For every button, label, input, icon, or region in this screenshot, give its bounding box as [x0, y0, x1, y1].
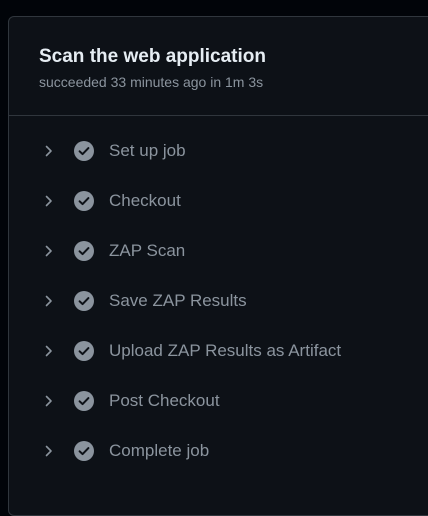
step-label: ZAP Scan	[109, 241, 186, 260]
check-circle-icon	[74, 191, 94, 211]
chevron-right-icon	[42, 194, 56, 208]
step-label: Set up job	[109, 141, 186, 160]
step-label: Upload ZAP Results as Artifact	[109, 341, 342, 360]
step-row-post-checkout[interactable]: Post Checkout	[9, 376, 428, 426]
chevron-right-icon	[42, 144, 56, 158]
step-row-set-up-job[interactable]: Set up job	[9, 126, 428, 176]
chevron-right-icon	[42, 344, 56, 358]
step-row-save-zap-results[interactable]: Save ZAP Results	[9, 276, 428, 326]
chevron-right-icon	[42, 244, 56, 258]
check-circle-icon	[74, 341, 94, 361]
check-circle-icon	[74, 441, 94, 461]
chevron-right-icon	[42, 394, 56, 408]
chevron-right-icon	[42, 444, 56, 458]
check-circle-icon	[74, 141, 94, 161]
step-row-complete-job[interactable]: Complete job	[9, 426, 428, 476]
job-title: Scan the web application	[39, 46, 266, 67]
step-row-zap-scan[interactable]: ZAP Scan	[9, 226, 428, 276]
job-panel: Scan the web application succeeded 33 mi…	[8, 16, 428, 516]
check-circle-icon	[74, 391, 94, 411]
steps-list: Set up job Checkout ZAP Scan Save ZAP Re…	[9, 116, 428, 476]
step-label: Post Checkout	[109, 391, 220, 410]
step-label: Complete job	[109, 441, 210, 460]
job-header: Scan the web application succeeded 33 mi…	[9, 17, 428, 116]
check-circle-icon	[74, 291, 94, 311]
check-circle-icon	[74, 241, 94, 261]
step-label: Checkout	[109, 191, 181, 210]
chevron-right-icon	[42, 294, 56, 308]
step-row-upload-zap-results[interactable]: Upload ZAP Results as Artifact	[9, 326, 428, 376]
step-label: Save ZAP Results	[109, 291, 247, 310]
job-status-text: succeeded 33 minutes ago in 1m 3s	[39, 74, 264, 90]
step-row-checkout[interactable]: Checkout	[9, 176, 428, 226]
